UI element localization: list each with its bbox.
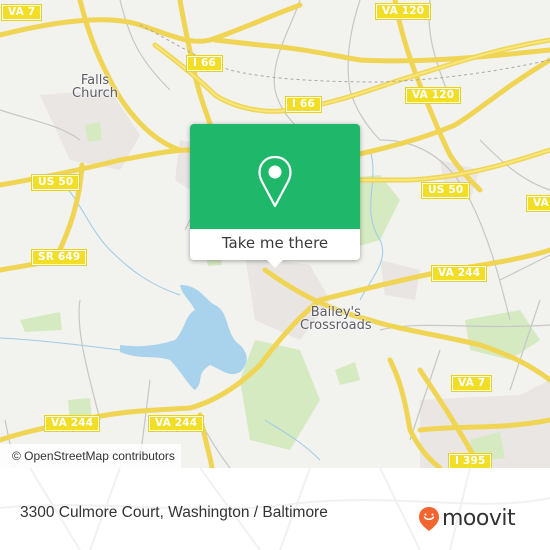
route-shield-va-7: VA 7 — [450, 375, 493, 392]
location-popup: Take me there — [190, 124, 360, 268]
route-shield-us-50: US 50 — [30, 174, 81, 191]
route-shield-va: VA — [526, 195, 550, 212]
route-shield-va-7: VA 7 — [0, 4, 43, 21]
route-shield-i-395: I 395 — [447, 453, 493, 468]
route-shield-va-244: VA 244 — [43, 415, 101, 432]
route-shield-i-66: I 66 — [285, 96, 322, 113]
route-shield-va-244: VA 244 — [430, 265, 488, 282]
place-label-falls-church: Falls Church — [72, 73, 119, 101]
popup-pointer — [267, 260, 283, 268]
route-shield-us-50: US 50 — [420, 182, 471, 199]
popup-header[interactable] — [190, 124, 360, 229]
address-text: 3300 Culmore Court, Washington / Baltimo… — [20, 504, 328, 521]
footer: 3300 Culmore Court, Washington / Baltimo… — [0, 468, 550, 550]
map-attribution[interactable]: © OpenStreetMap contributors — [0, 444, 181, 468]
route-shield-va-244: VA 244 — [147, 415, 205, 432]
place-label-baileys-crossroads: Bailey's Crossroads — [300, 305, 372, 333]
take-me-there-button[interactable]: Take me there — [190, 229, 360, 260]
route-shield-va-120: VA 120 — [404, 87, 462, 104]
moovit-logo[interactable]: moovit — [418, 506, 516, 532]
map-view[interactable]: Falls Church Bailey's Crossroads VA 7 I … — [0, 0, 550, 468]
moovit-logo-text: moovit — [442, 506, 516, 531]
route-shield-i-66: I 66 — [186, 55, 223, 72]
route-shield-va-120: VA 120 — [374, 3, 432, 20]
route-shield-sr-649: SR 649 — [30, 249, 88, 266]
moovit-pin-icon — [419, 507, 439, 531]
map-pin-icon — [258, 155, 292, 208]
